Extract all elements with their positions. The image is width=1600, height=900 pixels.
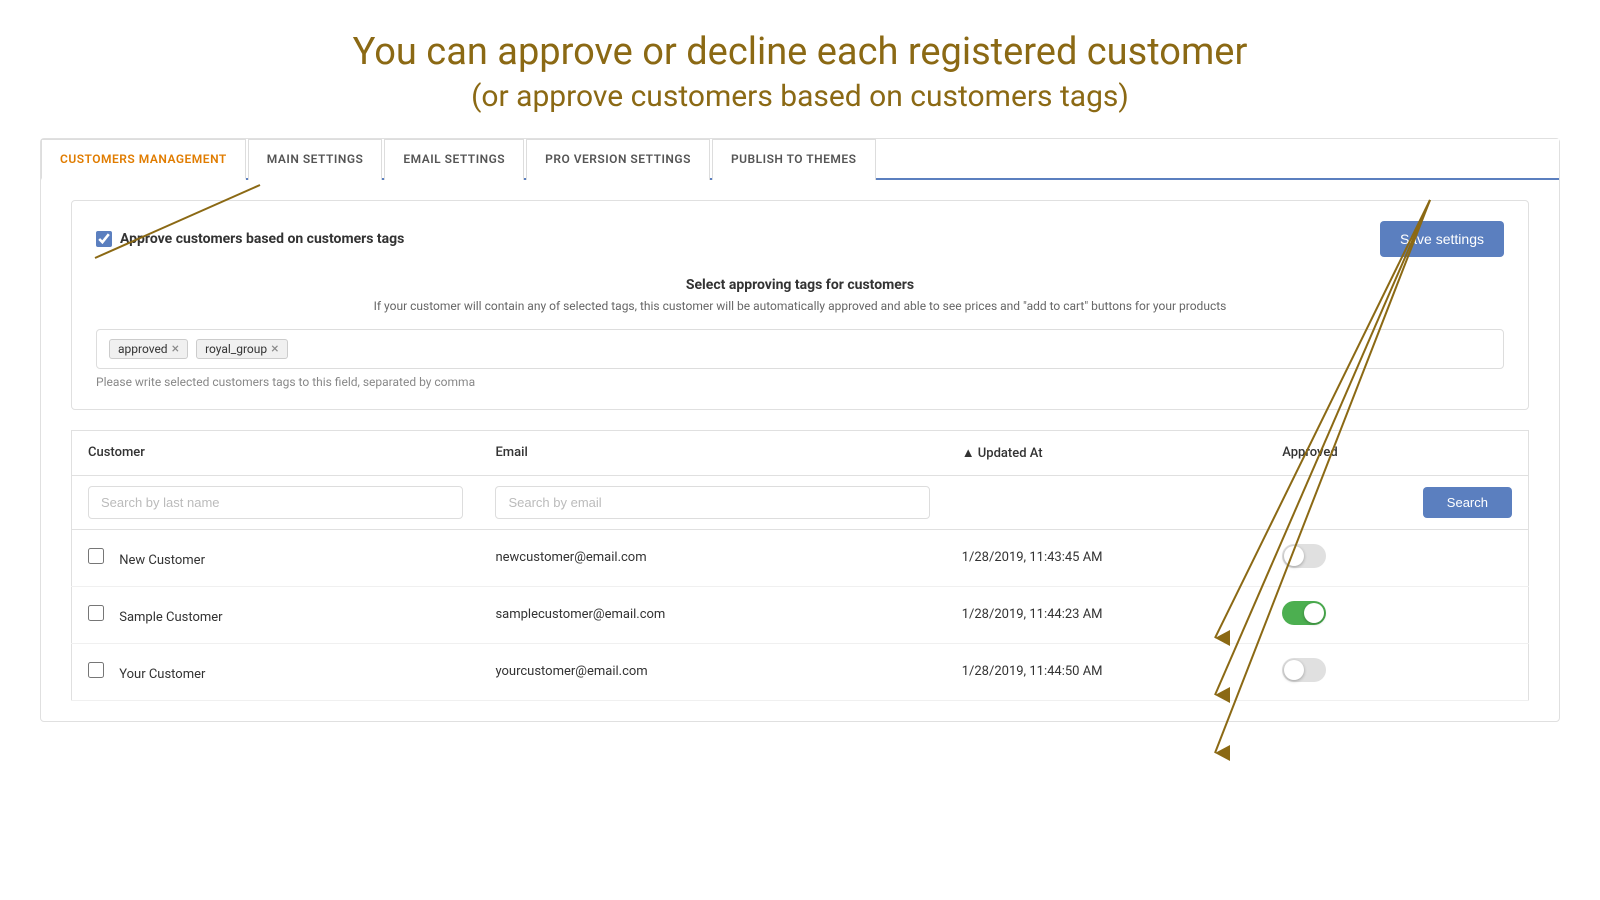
toggle-track <box>1282 544 1326 568</box>
customer-name: Your Customer <box>119 667 205 682</box>
tab-email-settings[interactable]: EMAIL SETTINGS <box>384 139 524 180</box>
save-settings-button[interactable]: Save settings <box>1380 221 1504 257</box>
search-last-name-cell <box>72 475 480 529</box>
search-button-cell: Search <box>1266 475 1528 529</box>
tag-approved-remove[interactable]: × <box>172 342 179 356</box>
table-row: Your Customer yourcustomer@email.com1/28/… <box>72 643 1529 700</box>
row-checkbox-cell: New Customer <box>72 529 480 586</box>
col-header-email: Email <box>479 430 945 475</box>
table-row: Sample Customer samplecustomer@email.com1… <box>72 586 1529 643</box>
customer-updated: 1/28/2019, 11:43:45 AM <box>946 529 1267 586</box>
search-row: Search <box>72 475 1529 529</box>
tab-customers-management[interactable]: CUSTOMERS MANAGEMENT <box>41 139 246 180</box>
table-header-row: Customer Email ▲ Updated At Approved <box>72 430 1529 475</box>
main-ui-container: CUSTOMERS MANAGEMENT MAIN SETTINGS EMAIL… <box>40 138 1560 722</box>
header-annotation: You can approve or decline each register… <box>0 0 1600 138</box>
approved-toggle[interactable] <box>1282 601 1326 625</box>
header-line2: (or approve customers based on customers… <box>20 76 1580 118</box>
toggle-thumb <box>1284 546 1304 566</box>
tab-publish-to-themes[interactable]: PUBLISH TO THEMES <box>712 139 876 180</box>
row-checkbox-cell: Your Customer <box>72 643 480 700</box>
select-tags-title: Select approving tags for customers <box>96 277 1504 293</box>
content-area: Approve customers based on customers tag… <box>41 180 1559 721</box>
toggle-track <box>1282 601 1326 625</box>
toggle-track <box>1282 658 1326 682</box>
row-select-checkbox[interactable] <box>88 605 104 621</box>
col-header-customer: Customer <box>72 430 480 475</box>
tab-main-settings[interactable]: MAIN SETTINGS <box>248 139 383 180</box>
select-tags-description: If your customer will contain any of sel… <box>96 299 1504 313</box>
search-email-input[interactable] <box>495 486 929 519</box>
tab-navigation: CUSTOMERS MANAGEMENT MAIN SETTINGS EMAIL… <box>41 139 1559 180</box>
tag-approved: approved × <box>109 339 188 359</box>
customer-approved-toggle-cell <box>1266 643 1528 700</box>
row-select-checkbox[interactable] <box>88 662 104 678</box>
approved-toggle[interactable] <box>1282 658 1326 682</box>
customer-approved-toggle-cell <box>1266 586 1528 643</box>
customer-email: newcustomer@email.com <box>479 529 945 586</box>
select-tags-section: Select approving tags for customers If y… <box>96 277 1504 313</box>
toggle-thumb <box>1284 660 1304 680</box>
settings-panel: Approve customers based on customers tag… <box>71 200 1529 410</box>
row-checkbox-cell: Sample Customer <box>72 586 480 643</box>
search-last-name-input[interactable] <box>88 486 463 519</box>
customer-email: yourcustomer@email.com <box>479 643 945 700</box>
tags-input-container[interactable]: approved × royal_group × <box>96 329 1504 369</box>
approve-checkbox[interactable] <box>96 231 112 247</box>
tag-royal-group: royal_group × <box>196 339 288 359</box>
header-line1: You can approve or decline each register… <box>20 30 1580 76</box>
customer-name: Sample Customer <box>119 610 222 625</box>
search-email-cell <box>479 475 945 529</box>
approve-checkbox-label[interactable]: Approve customers based on customers tag… <box>96 231 404 247</box>
tags-hint: Please write selected customers tags to … <box>96 375 1504 389</box>
search-button[interactable]: Search <box>1423 487 1512 518</box>
approved-toggle[interactable] <box>1282 544 1326 568</box>
customer-name: New Customer <box>119 553 205 568</box>
customer-approved-toggle-cell <box>1266 529 1528 586</box>
col-header-approved: Approved <box>1266 430 1528 475</box>
customer-email: samplecustomer@email.com <box>479 586 945 643</box>
table-row: New Customer newcustomer@email.com1/28/20… <box>72 529 1529 586</box>
customer-updated: 1/28/2019, 11:44:50 AM <box>946 643 1267 700</box>
settings-header: Approve customers based on customers tag… <box>96 221 1504 257</box>
row-select-checkbox[interactable] <box>88 548 104 564</box>
customer-table: Customer Email ▲ Updated At Approved <box>71 430 1529 701</box>
search-updated-cell <box>946 475 1267 529</box>
tag-royal-group-remove[interactable]: × <box>271 342 278 356</box>
col-header-updated-at[interactable]: ▲ Updated At <box>946 430 1267 475</box>
tab-pro-version-settings[interactable]: PRO VERSION SETTINGS <box>526 139 710 180</box>
toggle-thumb <box>1304 603 1324 623</box>
customer-updated: 1/28/2019, 11:44:23 AM <box>946 586 1267 643</box>
